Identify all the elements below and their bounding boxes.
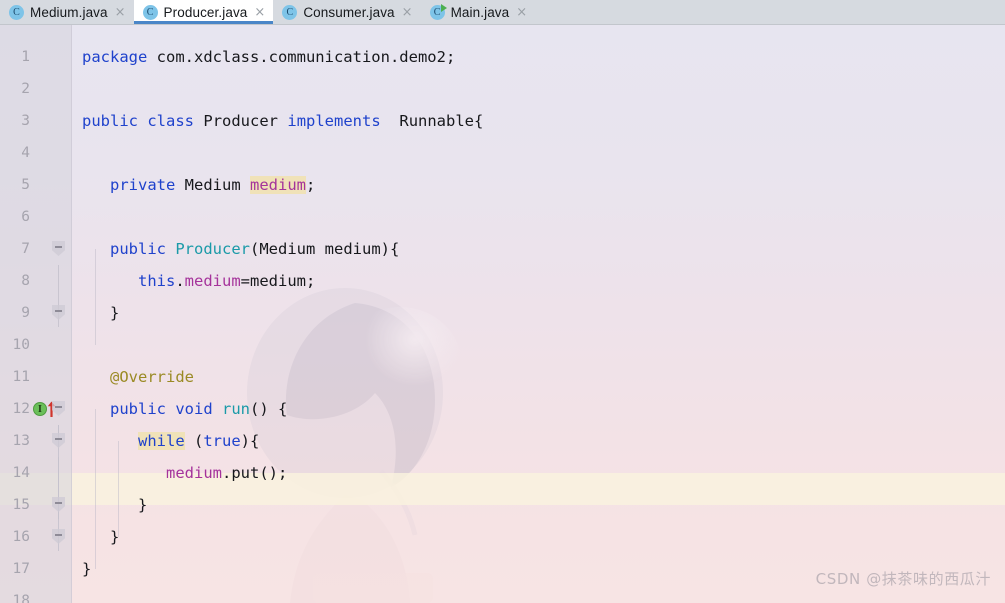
tab-label: Producer.java <box>163 4 248 20</box>
close-icon[interactable]: × <box>253 6 265 19</box>
code-line-12: public void run() { <box>110 400 288 418</box>
ide-editor-window: Medium.java × Producer.java × Consumer.j… <box>0 0 1005 603</box>
code-line-1: package com.xdclass.communication.demo2; <box>82 48 456 66</box>
fold-marker-line-16[interactable] <box>52 529 65 544</box>
gutter-line-10[interactable]: 10 <box>0 329 72 361</box>
tab-label: Medium.java <box>30 4 108 20</box>
implemented-method-glyph: I <box>38 403 42 415</box>
line-number: 4 <box>21 145 30 161</box>
line-number: 8 <box>21 273 30 289</box>
fold-marker-line-7[interactable] <box>52 241 65 256</box>
line-number: 10 <box>12 337 30 353</box>
csdn-watermark: CSDN @抹茶味的西瓜汁 <box>815 570 991 588</box>
java-runnable-class-icon <box>429 3 447 20</box>
line-number: 3 <box>21 113 30 129</box>
line-number: 5 <box>21 177 30 193</box>
close-icon[interactable]: × <box>401 6 413 19</box>
gutter-line-11[interactable]: 11 <box>0 361 72 393</box>
line-number: 15 <box>12 497 30 513</box>
line-number: 1 <box>21 49 30 65</box>
tab-main-java[interactable]: Main.java × <box>421 0 536 24</box>
line-number: 6 <box>21 209 30 225</box>
line-number: 14 <box>12 465 30 481</box>
java-class-icon <box>9 4 24 20</box>
gutter-line-1[interactable]: 1 <box>0 41 72 73</box>
gutter-line-2[interactable]: 2 <box>0 73 72 105</box>
code-line-9: } <box>82 304 120 322</box>
java-class-icon <box>142 4 158 20</box>
code-line-17: } <box>82 560 92 578</box>
java-class-icon <box>282 4 298 20</box>
gutter-line-14[interactable]: 14 <box>0 457 72 489</box>
gutter-line-8[interactable]: 8 <box>0 265 72 297</box>
implemented-method-marker[interactable]: I <box>32 401 56 417</box>
code-line-7: public Producer(Medium medium){ <box>110 240 400 258</box>
code-line-14: medium.put(); <box>166 464 288 482</box>
gutter-line-18[interactable]: 18 <box>0 585 72 603</box>
gutter-line-17[interactable]: 17 <box>0 553 72 585</box>
gutter-line-3[interactable]: 3 <box>0 105 72 137</box>
editor-gutter[interactable]: 1 2 3 4 5 6 7 8 9 10 11 12 I 13 14 15 16… <box>0 25 72 603</box>
line-number: 16 <box>12 529 30 545</box>
close-icon[interactable]: × <box>515 6 527 19</box>
line-number: 9 <box>21 305 30 321</box>
code-content[interactable]: package com.xdclass.communication.demo2;… <box>72 25 1005 603</box>
code-editor[interactable]: 1 2 3 4 5 6 7 8 9 10 11 12 I 13 14 15 16… <box>0 25 1005 603</box>
tab-producer-java[interactable]: Producer.java × <box>133 0 274 24</box>
line-number: 18 <box>12 593 30 603</box>
code-line-11: @Override <box>110 368 194 386</box>
implemented-method-icon: I <box>33 402 47 416</box>
fold-marker-line-13[interactable] <box>52 433 65 448</box>
code-line-5: private Medium medium; <box>110 176 316 194</box>
close-icon[interactable]: × <box>114 6 126 19</box>
tab-medium-java[interactable]: Medium.java × <box>0 0 134 24</box>
gutter-line-5[interactable]: 5 <box>0 169 72 201</box>
line-number: 17 <box>12 561 30 577</box>
line-number: 11 <box>12 369 30 385</box>
gutter-line-6[interactable]: 6 <box>0 201 72 233</box>
fold-marker-line-9[interactable] <box>52 305 65 320</box>
tab-label: Consumer.java <box>303 4 395 20</box>
code-line-3: public class Producer implements Runnabl… <box>82 112 484 130</box>
code-line-16: } <box>82 528 120 546</box>
line-number: 12 <box>12 401 30 417</box>
code-line-15: } <box>82 496 148 514</box>
fold-marker-line-15[interactable] <box>52 497 65 512</box>
tab-label: Main.java <box>450 4 510 20</box>
gutter-line-4[interactable]: 4 <box>0 137 72 169</box>
fold-marker-line-12[interactable] <box>52 401 65 416</box>
line-number: 2 <box>21 81 30 97</box>
code-line-13: while (true){ <box>138 432 260 450</box>
line-number: 7 <box>21 241 30 257</box>
line-number: 13 <box>12 433 30 449</box>
tab-consumer-java[interactable]: Consumer.java × <box>273 0 420 24</box>
editor-tab-bar: Medium.java × Producer.java × Consumer.j… <box>0 0 1005 25</box>
code-line-8: this.medium=medium; <box>138 272 316 290</box>
